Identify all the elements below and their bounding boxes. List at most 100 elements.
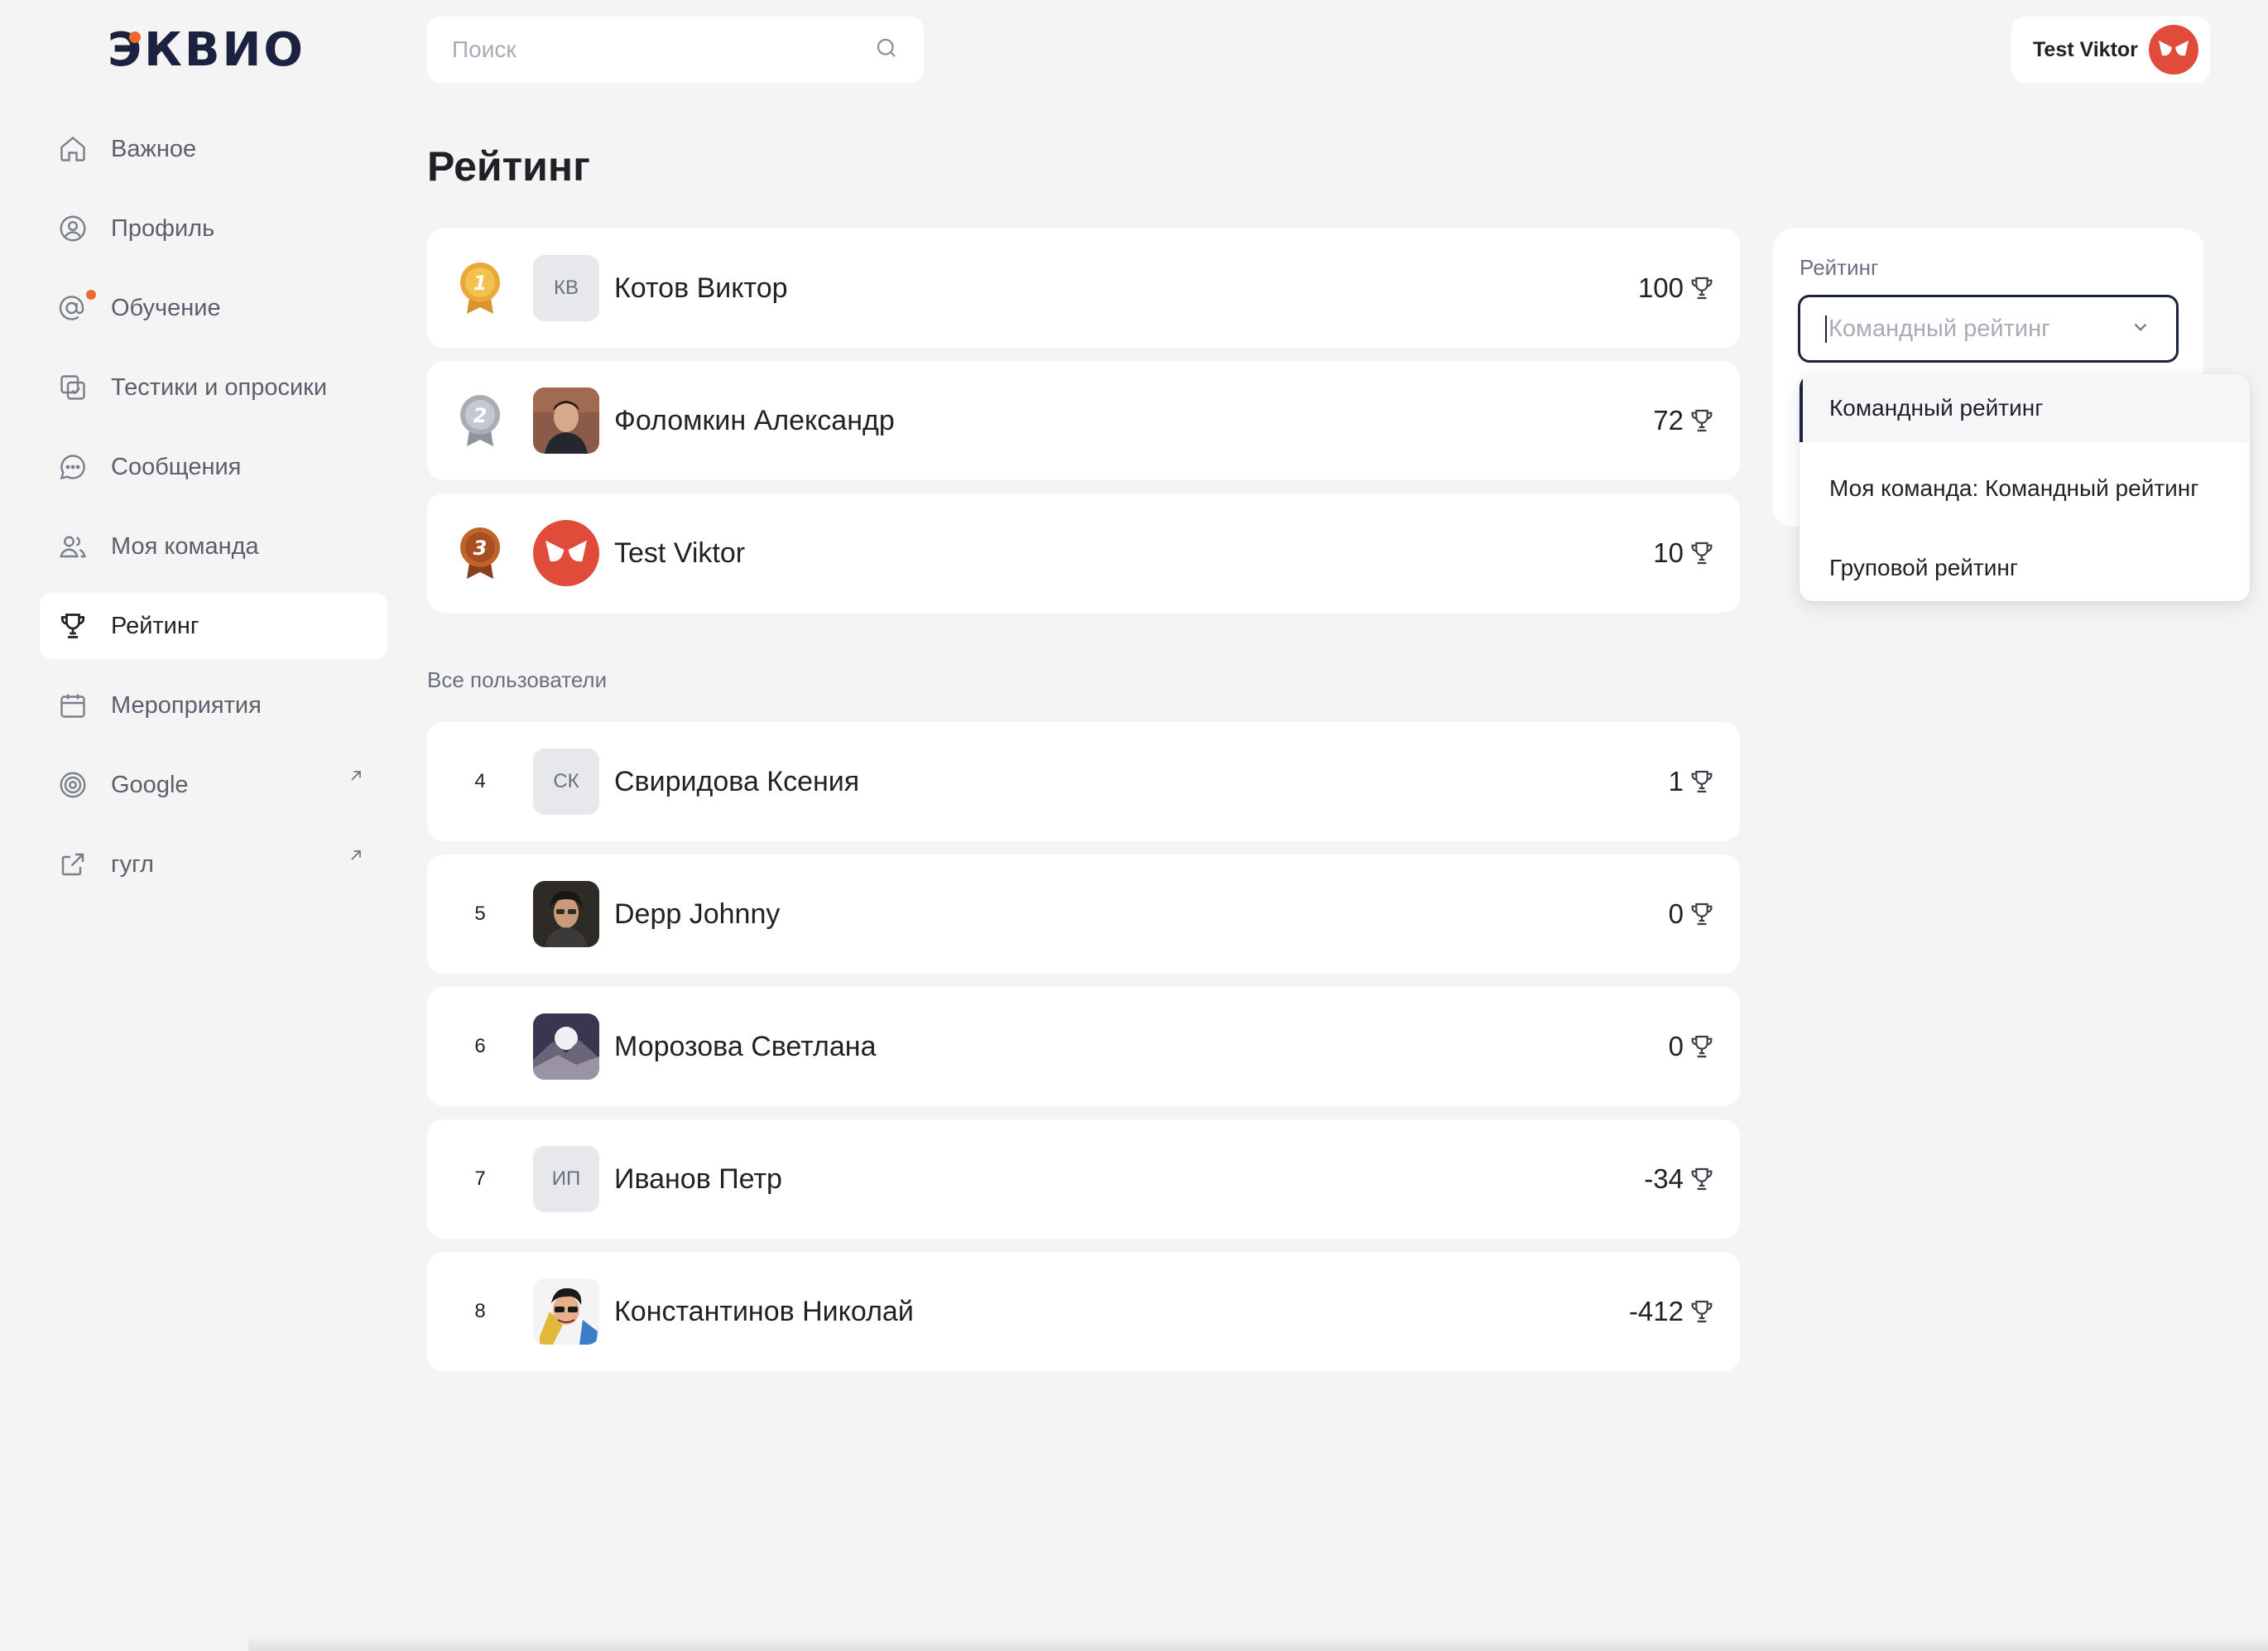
sidebar-item-events[interactable]: Мероприятия: [40, 672, 387, 739]
avatar: [533, 520, 599, 586]
home-icon: [56, 132, 89, 166]
table-row[interactable]: 5 Depp Johnny 0: [427, 854, 1740, 974]
medal-rank: 2: [473, 404, 488, 427]
sidebar-item-my-team[interactable]: Моя команда: [40, 513, 387, 580]
score: -412: [1629, 1296, 1715, 1327]
avatar: [533, 1013, 599, 1080]
search-icon[interactable]: [874, 36, 899, 65]
avatar: СК: [533, 748, 599, 815]
calendar-icon: [56, 689, 89, 722]
score-value: 0: [1668, 898, 1684, 929]
external-link-icon: [56, 848, 89, 881]
user-menu[interactable]: Test Viktor: [2011, 17, 2210, 83]
trophy-icon: [1689, 1033, 1715, 1060]
user-name: Иванов Петр: [614, 1162, 782, 1195]
sidebar-item-label: Google: [111, 771, 189, 798]
trophy-icon: [1689, 1166, 1715, 1192]
medal-bronze-icon: 3: [427, 524, 533, 582]
user-name: Константинов Николай: [614, 1295, 914, 1327]
select-placeholder: Командный рейтинг: [1825, 315, 2050, 343]
rank-number: 5: [474, 903, 486, 925]
external-arrow-icon: [348, 846, 364, 869]
sidebar-item-important[interactable]: Важное: [40, 116, 387, 182]
score: 72: [1653, 405, 1715, 436]
top-rating-row[interactable]: 3 Test Viktor 10: [427, 493, 1740, 613]
sidebar-item-learning[interactable]: Обучение: [40, 275, 387, 341]
score-value: 100: [1637, 272, 1684, 303]
sidebar-item-label: Сообщения: [111, 453, 242, 480]
sidebar-item-gugl[interactable]: гугл: [40, 831, 387, 898]
avatar: [533, 881, 599, 947]
window-bottom-shadow: [248, 1634, 2268, 1651]
profile-icon: [56, 212, 89, 245]
score-value: 1: [1668, 766, 1684, 797]
avatar: КВ: [533, 255, 599, 321]
logo-accent-dot: [129, 31, 141, 43]
score: 100: [1638, 272, 1715, 304]
rank-number: 8: [474, 1300, 486, 1322]
score-value: 10: [1653, 537, 1684, 568]
top-rating-row[interactable]: 2 Фоломкин Александр 72: [427, 361, 1740, 480]
rating-type-dropdown: Командный рейтинг Моя команда: Командный…: [1800, 374, 2250, 601]
user-name: Depp Johnny: [614, 898, 781, 930]
target-icon: [56, 768, 89, 801]
user-name: Котов Виктор: [614, 272, 788, 304]
sidebar-item-label: гугл: [111, 850, 154, 878]
user-name: Морозова Светлана: [614, 1030, 877, 1062]
sidebar-item-google[interactable]: Google: [40, 752, 387, 818]
medal-silver-icon: 2: [427, 392, 533, 450]
trophy-icon: [1689, 407, 1715, 434]
learning-icon: [56, 291, 89, 325]
score: 0: [1669, 898, 1715, 930]
search-bar: [427, 17, 924, 83]
score-value: 0: [1668, 1031, 1684, 1061]
trophy-icon: [1689, 275, 1715, 301]
user-name: Свиридова Ксения: [614, 765, 860, 797]
score: 10: [1653, 537, 1715, 569]
sidebar-item-label: Обучение: [111, 294, 221, 321]
tests-icon: [56, 371, 89, 404]
avatar: ИП: [533, 1146, 599, 1212]
all-users-heading: Все пользователи: [427, 667, 608, 692]
top-rating-row[interactable]: 1 КВ Котов Виктор 100: [427, 229, 1740, 348]
sidebar-item-label: Тестики и опросики: [111, 373, 328, 401]
user-name: Фоломкин Александр: [614, 404, 895, 436]
medal-gold-icon: 1: [427, 259, 533, 317]
external-arrow-icon: [348, 767, 364, 790]
sidebar: Важное Профиль Обучение Тестики и опроси…: [40, 116, 387, 911]
sidebar-item-label: Моя команда: [111, 532, 259, 560]
messages-icon: [56, 450, 89, 484]
user-name: Test Viktor: [2033, 37, 2138, 61]
table-row[interactable]: 7 ИП Иванов Петр -34: [427, 1119, 1740, 1239]
search-input[interactable]: [452, 36, 849, 63]
sidebar-item-label: Важное: [111, 135, 197, 162]
sidebar-item-rating[interactable]: Рейтинг: [40, 593, 387, 659]
table-row[interactable]: 4 СК Свиридова Ксения 1: [427, 722, 1740, 841]
rating-type-select[interactable]: Командный рейтинг: [1798, 295, 2179, 363]
sidebar-item-messages[interactable]: Сообщения: [40, 434, 387, 500]
trophy-icon: [1689, 768, 1715, 795]
table-row[interactable]: 8 Константинов Николай -412: [427, 1252, 1740, 1371]
medal-rank: 3: [473, 537, 488, 560]
team-icon: [56, 530, 89, 563]
sidebar-item-label: Рейтинг: [111, 612, 199, 639]
rank-number: 7: [474, 1167, 486, 1190]
notification-dot: [86, 290, 96, 300]
sidebar-item-profile[interactable]: Профиль: [40, 195, 387, 262]
trophy-icon: [56, 609, 89, 643]
score: 0: [1669, 1031, 1715, 1062]
dropdown-option[interactable]: Груповой рейтинг: [1800, 535, 2250, 601]
trophy-icon: [1689, 540, 1715, 566]
rating-filter-label: Рейтинг: [1800, 255, 1879, 280]
user-avatar: [2149, 25, 2198, 75]
score-value: -412: [1628, 1296, 1684, 1326]
score-value: -34: [1644, 1163, 1684, 1194]
table-row[interactable]: 6 Морозова Светлана 0: [427, 987, 1740, 1106]
trophy-icon: [1689, 901, 1715, 927]
dropdown-option[interactable]: Моя команда: Командный рейтинг: [1800, 442, 2250, 535]
sidebar-item-tests[interactable]: Тестики и опросики: [40, 354, 387, 421]
dropdown-option[interactable]: Командный рейтинг: [1800, 374, 2250, 442]
score: -34: [1644, 1163, 1715, 1195]
score: 1: [1669, 766, 1715, 797]
user-name: Test Viktor: [614, 537, 746, 569]
